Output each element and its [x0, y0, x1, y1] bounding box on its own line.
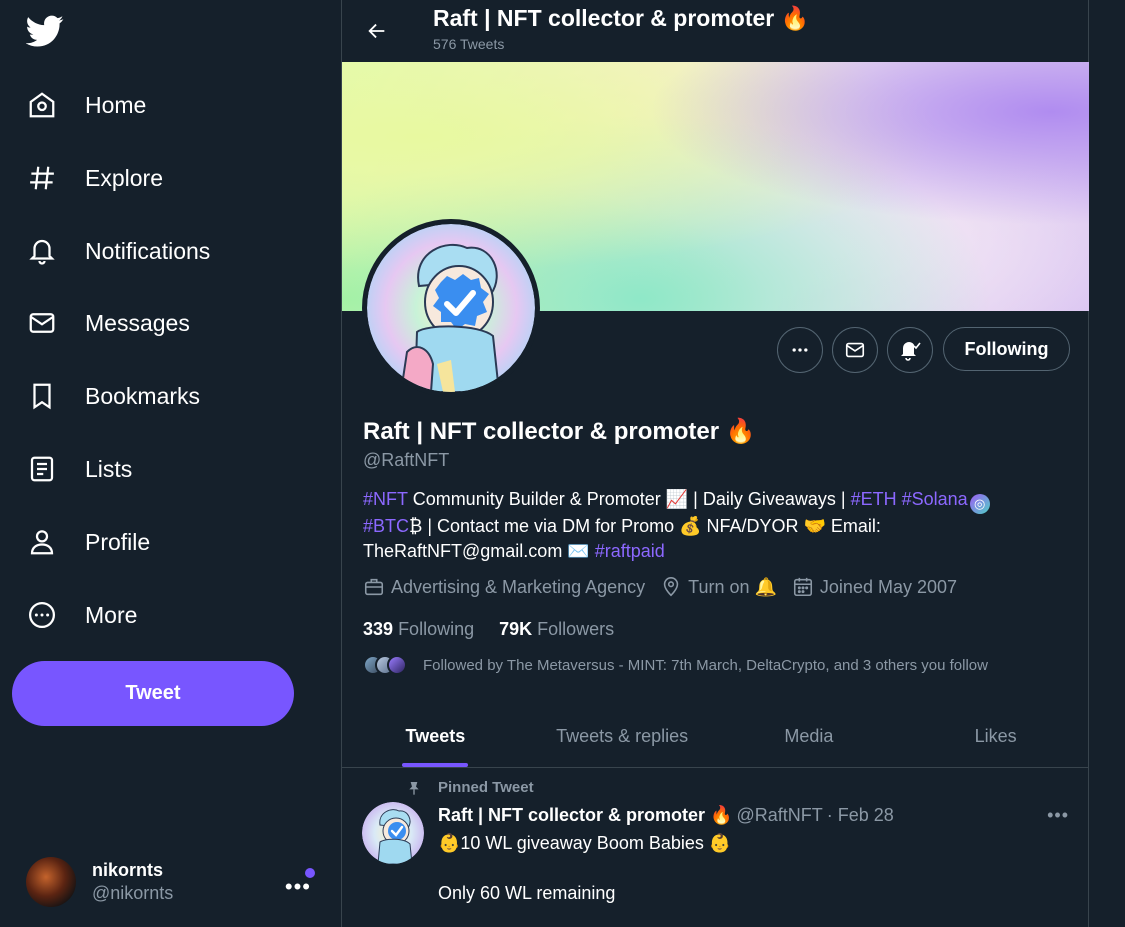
tweet-button[interactable]: Tweet — [12, 661, 294, 726]
pin-icon — [402, 780, 422, 796]
sidebar: Home Explore Notifications Messages Book… — [0, 0, 341, 927]
tweet-count: 576 Tweets — [433, 36, 505, 52]
briefcase-icon — [364, 578, 384, 596]
pinned-tweet[interactable]: Pinned Tweet Raft | NFT collector & prom… — [342, 769, 1089, 927]
tweet-text: 👶10 WL giveaway Boom Babies 👶 — [438, 833, 732, 853]
profile-joined: Joined May 2007 — [792, 576, 957, 598]
nav-label: More — [85, 601, 138, 628]
nav-label: Messages — [85, 309, 190, 336]
envelope-icon — [14, 295, 70, 351]
following-button[interactable]: Following — [943, 327, 1070, 371]
following-link[interactable]: 339 Following — [363, 619, 474, 640]
list-icon — [14, 441, 70, 497]
profile-header-bar: Raft | NFT collector & promoter 🔥 576 Tw… — [342, 0, 1089, 62]
nav-notifications[interactable]: Notifications — [14, 223, 314, 279]
nav-label: Lists — [85, 455, 133, 482]
notification-dot — [305, 868, 315, 878]
nav-bookmarks[interactable]: Bookmarks — [14, 368, 314, 424]
profile-location: Turn on 🔔 — [660, 576, 777, 598]
bio-text: Community Builder & Promoter 📈 | Daily G… — [407, 489, 851, 509]
profile-name: Raft | NFT collector & promoter 🔥 — [363, 418, 756, 445]
more-options-button[interactable] — [777, 327, 823, 373]
profile-bio: #NFT Community Builder & Promoter 📈 | Da… — [363, 487, 1063, 564]
account-handle: @nikornts — [92, 883, 174, 903]
nav-label: Home — [85, 91, 147, 118]
hashtag-link[interactable]: #Solana — [902, 489, 968, 509]
profile-category: Advertising & Marketing Agency — [363, 576, 645, 598]
tab-tweets-replies[interactable]: Tweets & replies — [529, 705, 716, 767]
bookmark-icon — [14, 368, 70, 424]
nav-profile[interactable]: Profile — [14, 514, 314, 570]
pinned-label: Pinned Tweet — [402, 779, 534, 796]
tab-media[interactable]: Media — [716, 705, 903, 767]
nav-more[interactable]: More — [14, 587, 314, 643]
location-pin-icon — [663, 577, 679, 597]
profile-avatar[interactable] — [362, 219, 540, 397]
back-arrow-icon[interactable] — [362, 16, 392, 46]
tweet-author-handle[interactable]: @RaftNFT — [736, 805, 822, 826]
twitter-bird-icon[interactable] — [25, 12, 64, 50]
nav-label: Explore — [85, 164, 163, 191]
tweet-header: Raft | NFT collector & promoter 🔥 @RaftN… — [438, 805, 894, 826]
calendar-icon — [793, 577, 812, 597]
account-switcher[interactable]: nikornts @nikornts ••• — [18, 846, 323, 918]
bell-icon — [14, 223, 70, 279]
follower-avatar — [387, 655, 407, 675]
follow-stats: 339 Following 79K Followers — [363, 619, 639, 640]
hashtag-link[interactable]: #NFT — [363, 489, 408, 509]
more-dots-icon: ••• — [284, 874, 311, 899]
followed-by[interactable]: Followed by The Metaversus - MINT: 7th M… — [363, 655, 988, 675]
nav-explore[interactable]: Explore — [14, 150, 314, 206]
notifications-toggle-button[interactable] — [887, 327, 933, 373]
followers-link[interactable]: 79K Followers — [499, 619, 614, 640]
tweet-avatar[interactable] — [362, 802, 424, 864]
followed-by-text: Followed by The Metaversus - MINT: 7th M… — [423, 656, 988, 674]
more-horizontal-icon — [792, 348, 808, 352]
home-icon — [14, 77, 70, 133]
solana-icon: ◎ — [969, 494, 990, 514]
profile-tabs: Tweets Tweets & replies Media Likes — [342, 705, 1089, 768]
nav-label: Bookmarks — [85, 382, 201, 409]
account-name: nikornts — [92, 860, 164, 880]
nav-label: Notifications — [85, 237, 211, 264]
tab-tweets[interactable]: Tweets — [342, 705, 529, 767]
envelope-icon — [845, 342, 865, 358]
nav-label: Profile — [85, 528, 151, 555]
active-tab-indicator — [402, 763, 469, 767]
profile-handle: @RaftNFT — [363, 450, 450, 470]
nav-lists[interactable]: Lists — [14, 441, 314, 497]
avatar — [26, 857, 76, 907]
bell-check-icon — [901, 342, 921, 361]
profile-meta: Advertising & Marketing Agency Turn on 🔔… — [363, 576, 972, 598]
person-icon — [14, 514, 70, 570]
page-title: Raft | NFT collector & promoter 🔥 — [433, 5, 810, 31]
message-button[interactable] — [832, 327, 878, 373]
hashtag-icon — [14, 150, 70, 206]
tab-likes[interactable]: Likes — [902, 705, 1089, 767]
nav-messages[interactable]: Messages — [14, 295, 314, 351]
more-circle-icon — [14, 587, 70, 643]
tweet-more-button[interactable]: ••• — [1047, 805, 1069, 826]
profile-column: Raft | NFT collector & promoter 🔥 576 Tw… — [341, 0, 1089, 927]
hashtag-link[interactable]: #raftpaid — [595, 541, 665, 561]
tweet-date[interactable]: · Feb 28 — [827, 805, 894, 826]
hashtag-link[interactable]: #ETH — [851, 489, 897, 509]
hashtag-link[interactable]: #BTC — [363, 516, 409, 536]
tweet-author-name[interactable]: Raft | NFT collector & promoter 🔥 — [438, 805, 732, 826]
nav-home[interactable]: Home — [14, 77, 314, 133]
tweet-text: Only 60 WL remaining — [438, 883, 616, 903]
